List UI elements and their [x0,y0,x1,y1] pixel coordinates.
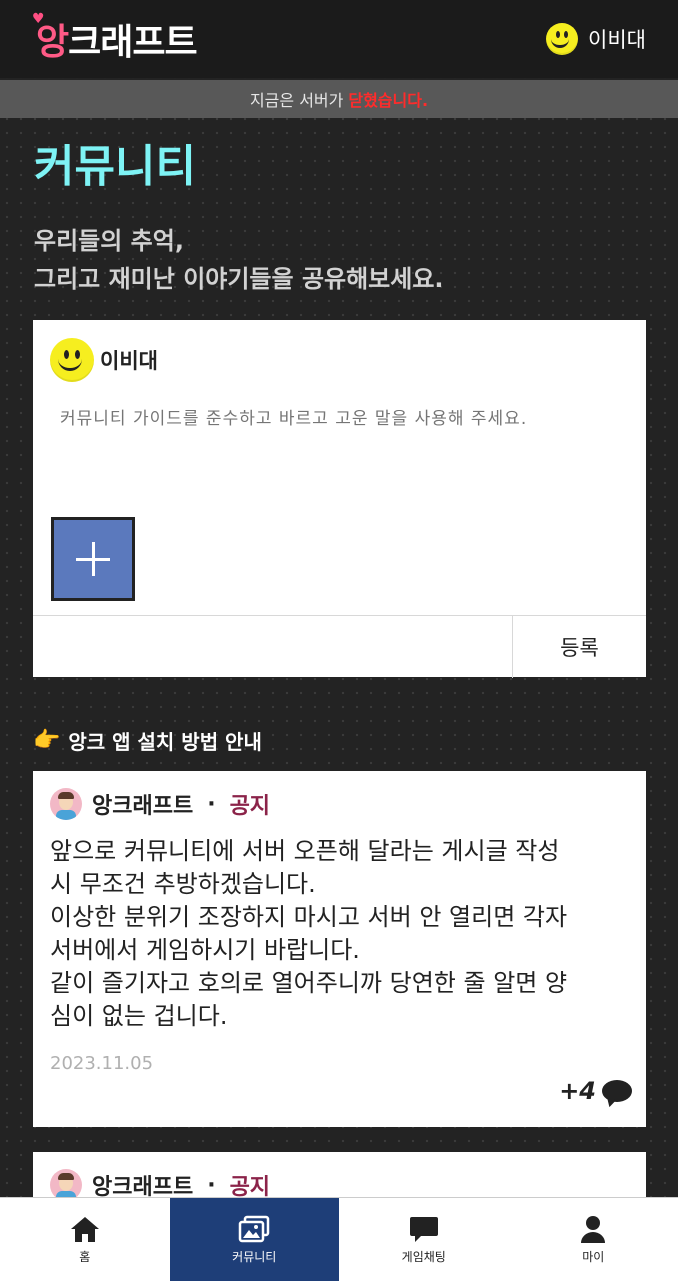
home-icon [69,1214,101,1244]
submit-button[interactable]: 등록 [512,616,646,678]
notice-tag: 공지 [230,788,270,820]
add-image-button[interactable] [51,517,135,601]
chat-icon [409,1214,439,1244]
author-avatar [50,788,82,820]
guide-label: 앙크 앱 설치 방법 안내 [68,726,261,755]
smiley-avatar-icon [50,338,94,382]
username-label: 이비대 [588,24,646,54]
post-body-line: 같이 즐기자고 호의로 열어주니까 당연한 줄 알면 양 [50,967,630,1000]
user-profile-chip[interactable]: 이비대 [546,23,646,55]
comment-count: +4 [559,1077,596,1105]
nav-label: 홈 [79,1248,90,1265]
person-icon [580,1214,606,1244]
comment-bubble-icon [602,1080,632,1102]
nav-item-community[interactable]: 커뮤니티 [170,1198,340,1281]
post-body-line: 이상한 분위기 조장하지 마시고 서버 안 열리면 각자 [50,901,630,934]
post-body-line: 심이 없는 겁니다. [50,1000,630,1033]
separator-dot: · [207,792,215,817]
top-bar: ♥ 앙크래프트 이비대 [0,0,678,78]
post-body-line: 앞으로 커뮤니티에 서버 오픈해 달라는 게시글 작성 [50,835,630,868]
bottom-navigation: 홈 커뮤니티 게임채팅 마이 [0,1197,678,1281]
server-status-bar: 지금은 서버가 닫혔습니다. [0,80,678,118]
composer-author-name: 이비대 [100,345,158,375]
post-card[interactable]: 앙크래프트 · 공지 앞으로 커뮤니티에 서버 오픈해 달라는 게시글 작성 시… [33,771,646,1127]
heart-icon: ♥ [32,11,44,27]
nav-item-home[interactable]: 홈 [0,1198,170,1281]
post-body-line: 시 무조건 추방하겠습니다. [50,868,630,901]
subtitle-line-2: 그리고 재미난 이야기들을 공유해보세요. [34,260,444,298]
smiley-avatar-icon [546,23,578,55]
post-date: 2023.11.05 [50,1053,153,1074]
status-prefix: 지금은 서버가 [250,87,343,111]
post-header: 앙크래프트 · 공지 [50,788,270,820]
app-install-guide-link[interactable]: 👉 앙크 앱 설치 방법 안내 [33,726,262,755]
page-subtitle: 우리들의 추억, 그리고 재미난 이야기들을 공유해보세요. [34,222,444,298]
comment-count-button[interactable]: +4 [559,1077,632,1105]
post-body: 앞으로 커뮤니티에 서버 오픈해 달라는 게시글 작성 시 무조건 추방하겠습니… [50,835,630,1033]
post-body-line: 서버에서 게임하시기 바랍니다. [50,934,630,967]
post-composer: 이비대 등록 [33,320,646,677]
pointing-hand-icon: 👉 [33,728,60,753]
subtitle-line-1: 우리들의 추억, [34,222,444,260]
logo-rest: 크래프트 [68,13,196,65]
separator-dot: · [207,1173,215,1198]
nav-item-game-chat[interactable]: 게임채팅 [339,1198,509,1281]
status-closed-text: 닫혔습니다. [348,87,428,111]
gallery-icon [238,1214,270,1244]
nav-label: 마이 [582,1248,604,1265]
post-author: 앙크래프트 [92,788,193,820]
nav-label: 게임채팅 [402,1248,446,1265]
nav-item-my[interactable]: 마이 [509,1198,678,1281]
nav-label: 커뮤니티 [232,1248,276,1265]
page-title: 커뮤니티 [34,130,196,194]
composer-author: 이비대 [50,338,158,382]
composer-footer: 등록 [33,615,646,678]
app-logo[interactable]: ♥ 앙크래프트 [36,13,197,65]
post-content-input[interactable] [60,406,610,466]
